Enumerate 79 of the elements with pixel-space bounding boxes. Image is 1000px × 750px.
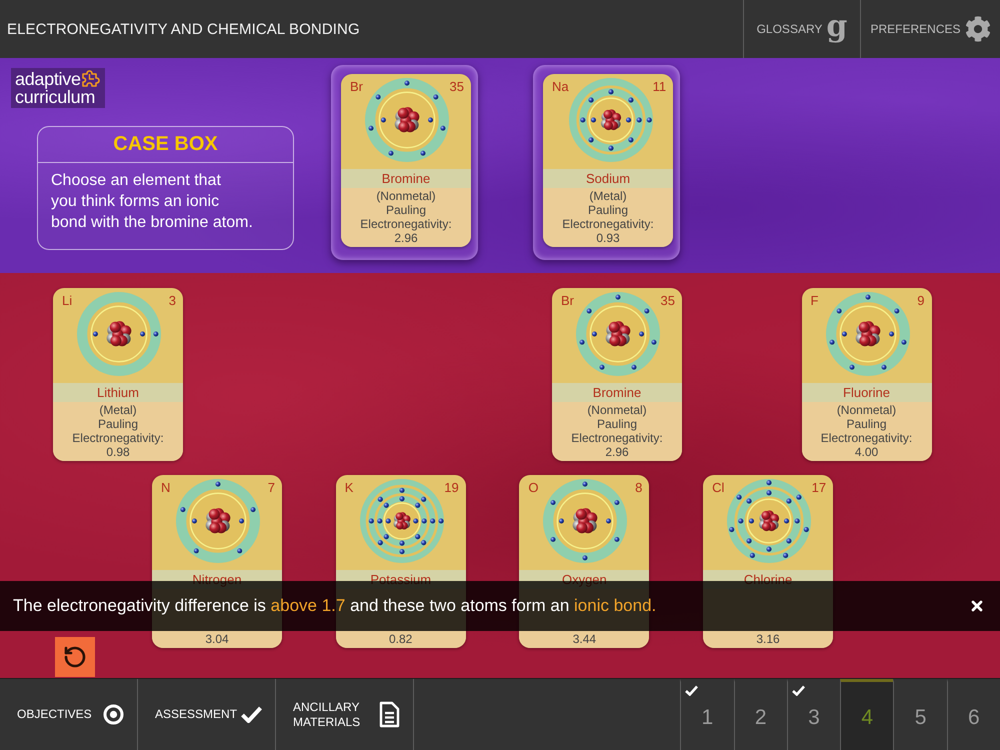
element-name: Fluorine: [802, 383, 932, 402]
element-name: Bromine: [341, 169, 471, 188]
logo-text: adaptive: [15, 70, 81, 88]
element-symbol: Br: [561, 293, 574, 308]
objectives-button[interactable]: OBJECTIVES: [0, 679, 138, 750]
document-icon: [379, 701, 400, 728]
property-value: 3.16: [756, 632, 780, 646]
element-card[interactable]: Br 35 Bromine (Nonmetal) Pauling Electronegativity: 2.96: [341, 74, 471, 247]
element-card[interactable]: Li 3 Lithium (Metal) Pauling Electronegativity: 0.98: [53, 288, 183, 461]
assessment-button[interactable]: ASSESSMENT: [138, 679, 276, 750]
settings-icon: [964, 16, 991, 42]
element-symbol: Br: [350, 79, 363, 94]
property-value: 3.04: [205, 632, 229, 646]
atom-icon: [176, 479, 260, 563]
property-value: 2.96: [394, 231, 418, 245]
element-symbol: N: [161, 480, 170, 495]
element-card[interactable]: F 9 Fluorine (Nonmetal) Pauling Electronegativity: 4.00: [802, 288, 932, 461]
atom-icon: [543, 479, 628, 563]
case-box-title: CASE BOX: [38, 127, 293, 163]
atom-icon: [360, 479, 444, 563]
puzzle-icon: [82, 70, 100, 87]
property-label: Pauling Electronegativity:: [570, 417, 664, 445]
element-category: (Nonmetal): [376, 189, 436, 203]
element-name: Bromine: [552, 383, 682, 402]
element-symbol: F: [810, 293, 818, 308]
atomic-number: 19: [444, 480, 459, 495]
atom-icon: [826, 292, 910, 376]
element-card[interactable]: Br 35 Bromine (Nonmetal) Pauling Electronegativity: 2.96: [552, 288, 682, 461]
property-value: 4.00: [854, 445, 878, 459]
element-category: (Metal): [99, 403, 137, 417]
circular-arrow-icon: [63, 645, 87, 669]
atomic-number: 11: [652, 79, 666, 94]
property-label: Pauling Electronegativity:: [820, 417, 914, 445]
element-symbol: Na: [552, 79, 569, 94]
property-value: 0.98: [106, 445, 130, 459]
glossary-icon: g: [826, 12, 848, 42]
element-name: Sodium: [543, 169, 673, 188]
element-category: (Metal): [589, 189, 627, 203]
atomic-number: 7: [268, 480, 275, 495]
atomic-number: 9: [917, 293, 924, 308]
close-button[interactable]: [969, 598, 985, 614]
page-tab[interactable]: 6: [946, 679, 1000, 750]
property-value: 0.93: [596, 231, 620, 245]
element-symbol: Cl: [712, 480, 724, 495]
element-category: (Nonmetal): [587, 403, 647, 417]
atom-icon: [727, 479, 812, 563]
atomic-number: 8: [635, 480, 642, 495]
atomic-number: 35: [660, 293, 675, 308]
page-tab[interactable]: 4: [840, 679, 894, 750]
materials-button[interactable]: ANCILLARY MATERIALS: [276, 679, 414, 750]
atom-icon: [576, 292, 660, 376]
page-tab[interactable]: 5: [893, 679, 947, 750]
atomic-number: 35: [450, 79, 464, 94]
element-symbol: Li: [62, 293, 72, 308]
reset-button[interactable]: [55, 637, 95, 677]
case-box-text: Choose an element that you think forms an ionic bond with the bromine atom.: [50, 171, 254, 233]
logo-text: curriculum: [15, 88, 96, 106]
page-title: ELECTRONEGATIVITY AND CHEMICAL BONDING: [6, 20, 361, 40]
element-category: (Nonmetal): [836, 403, 896, 417]
atomic-number: 17: [812, 480, 826, 495]
page-tab[interactable]: 1: [680, 679, 734, 750]
page-tab[interactable]: 2: [734, 679, 787, 750]
atom-icon: [568, 78, 653, 162]
element-symbol: K: [344, 480, 354, 495]
element-symbol: O: [528, 480, 538, 495]
property-label: Pauling Electronegativity:: [561, 203, 655, 231]
atom-icon: [77, 292, 161, 376]
atom-icon: [365, 78, 449, 162]
close-icon: [969, 598, 985, 614]
element-card[interactable]: Na 11 Sodium (Metal) Pauling Electronegativity: 0.93: [543, 74, 673, 247]
check-icon: [241, 706, 262, 723]
element-name: Lithium: [53, 383, 183, 402]
property-value: 0.82: [389, 632, 412, 646]
property-value: 2.96: [605, 445, 629, 459]
property-label: Pauling Electronegativity:: [359, 203, 453, 231]
atomic-number: 3: [168, 293, 176, 308]
target-icon: [103, 704, 124, 725]
property-label: Pauling Electronegativity:: [71, 417, 165, 445]
property-value: 3.44: [572, 632, 596, 646]
